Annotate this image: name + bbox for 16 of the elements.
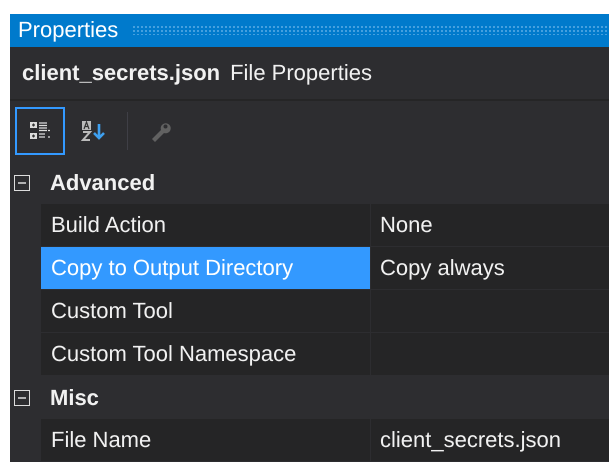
collapse-toggle[interactable] [14,390,30,406]
property-value[interactable]: Copy always [371,247,609,289]
categorized-button[interactable] [15,107,65,156]
object-name: client_secrets.json [22,60,220,86]
property-name[interactable]: Build Action [41,204,371,246]
property-name[interactable]: Custom Tool Namespace [41,333,371,375]
property-name[interactable]: File Name [41,419,371,461]
object-type: File Properties [230,60,372,86]
collapse-toggle[interactable] [14,174,30,190]
category-name: Misc [50,384,99,410]
sort-down-icon [81,120,107,142]
category-name: Advanced [50,170,156,196]
property-name[interactable]: Custom Tool [41,290,371,332]
property-value[interactable]: client_secrets.json [371,419,609,461]
property-value[interactable]: None [371,204,609,246]
window-title: Properties [18,17,118,44]
